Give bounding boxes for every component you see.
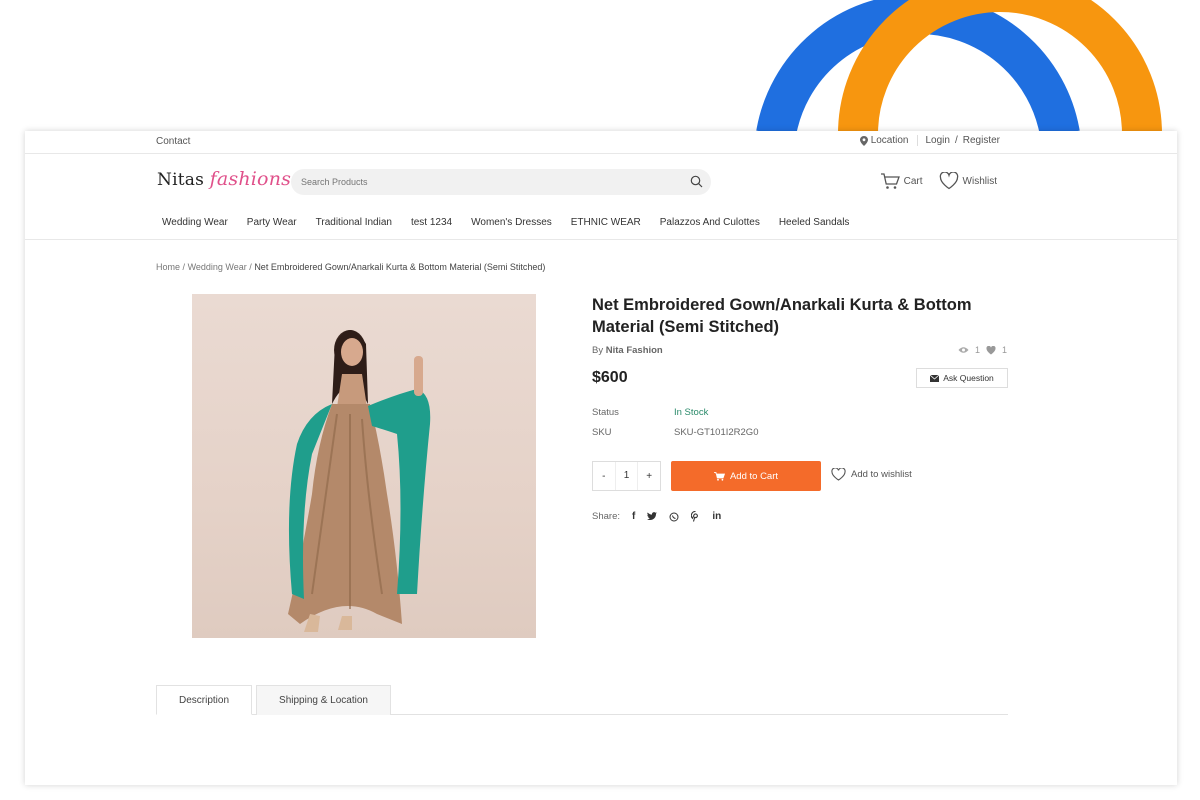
product-price: $600 [592,369,628,386]
top-bar: Contact Location Login / Register [25,131,1177,154]
qty-input[interactable]: 1 [614,462,639,490]
login-separator: / [954,135,958,146]
product-meta: Status In Stock SKU SKU-GT101I2R2G0 [592,403,758,443]
share-label: Share: [592,511,620,522]
twitter-icon[interactable] [647,512,658,521]
breadcrumb-separator: / [182,262,186,272]
product-image[interactable] [192,294,536,638]
location-pin-icon [859,135,868,146]
nav-item-wedding-wear[interactable]: Wedding Wear [162,217,228,228]
site-logo[interactable]: Nitas fashions [157,168,291,190]
nav-item-palazzos[interactable]: Palazzos And Culottes [660,217,760,228]
search-icon[interactable] [690,175,703,188]
breadcrumb: Home / Wedding Wear / Net Embroidered Go… [156,262,545,272]
facebook-icon[interactable]: f [632,511,635,522]
tab-description[interactable]: Description [156,685,253,715]
product-title: Net Embroidered Gown/Anarkali Kurta & Bo… [592,296,972,336]
contact-link[interactable]: Contact [156,136,190,147]
product-brand: By Nita Fashion [592,345,663,356]
sku-label: SKU [592,427,612,438]
search-input[interactable] [291,169,671,195]
status-value: In Stock [674,407,709,418]
eye-icon [958,347,969,353]
nav-item-heeled-sandals[interactable]: Heeled Sandals [779,217,850,228]
envelope-icon [930,374,940,382]
likes-count: 1 [1001,345,1007,355]
ask-question-label: Ask Question [943,373,994,383]
views-count: 1 [974,345,980,355]
nav-item-party-wear[interactable]: Party Wear [247,217,297,228]
by-label: By [592,345,604,356]
product-stats: 1 1 [958,345,1007,355]
sku-value: SKU-GT101I2R2G0 [674,427,759,438]
status-label: Status [592,407,619,418]
linkedin-icon[interactable]: in [712,511,721,522]
tab-shipping-location[interactable]: Shipping & Location [256,685,391,715]
pinterest-icon[interactable] [691,511,700,522]
wishlist-label: Wishlist [962,175,997,187]
location-link[interactable]: Location [859,135,918,146]
cart-button[interactable]: Cart [880,172,923,190]
nav-item-test-1234[interactable]: test 1234 [411,217,452,228]
register-link[interactable]: Register [963,135,1000,146]
share-row: Share: f in [592,511,721,522]
nav-item-womens-dresses[interactable]: Women's Dresses [471,217,552,228]
nav-item-traditional-indian[interactable]: Traditional Indian [316,217,392,228]
qty-increase-button[interactable]: + [638,471,660,482]
cart-icon [880,172,900,189]
product-image-illustration [288,330,431,632]
wishlist-button[interactable]: Wishlist [939,172,997,190]
main-nav: Wedding Wear Party Wear Traditional Indi… [25,208,1177,240]
heart-icon [986,345,996,354]
add-to-cart-button[interactable]: Add to Cart [671,461,821,491]
add-to-cart-label: Add to Cart [729,470,779,482]
cart-icon [713,471,725,481]
qty-decrease-button[interactable]: - [593,471,615,482]
product-tabs: Description Shipping & Location [156,685,1008,715]
logo-text-a: Nitas [157,170,205,190]
login-link[interactable]: Login [926,135,950,146]
brand-link[interactable]: Nita Fashion [606,345,663,356]
breadcrumb-category[interactable]: Wedding Wear [188,262,247,272]
logo-text-b: fashions [209,168,292,190]
heart-icon [831,468,846,481]
breadcrumb-home[interactable]: Home [156,262,180,272]
add-to-wishlist-label: Add to wishlist [851,469,912,480]
nav-item-ethnic-wear[interactable]: ETHNIC WEAR [571,217,641,228]
cart-label: Cart [903,175,923,187]
browser-page: Contact Location Login / Register Nitas … [25,131,1177,785]
breadcrumb-current: Net Embroidered Gown/Anarkali Kurta & Bo… [254,262,546,272]
breadcrumb-separator: / [249,262,252,272]
whatsapp-icon[interactable] [669,512,679,522]
heart-icon [939,172,958,190]
quantity-stepper: - 1 + [592,461,661,491]
location-label: Location [870,135,909,146]
ask-question-button[interactable]: Ask Question [916,368,1008,388]
search-bar [291,169,711,195]
add-to-wishlist-button[interactable]: Add to wishlist [831,468,912,481]
site-header: Nitas fashions Cart Wishlist [25,154,1177,208]
